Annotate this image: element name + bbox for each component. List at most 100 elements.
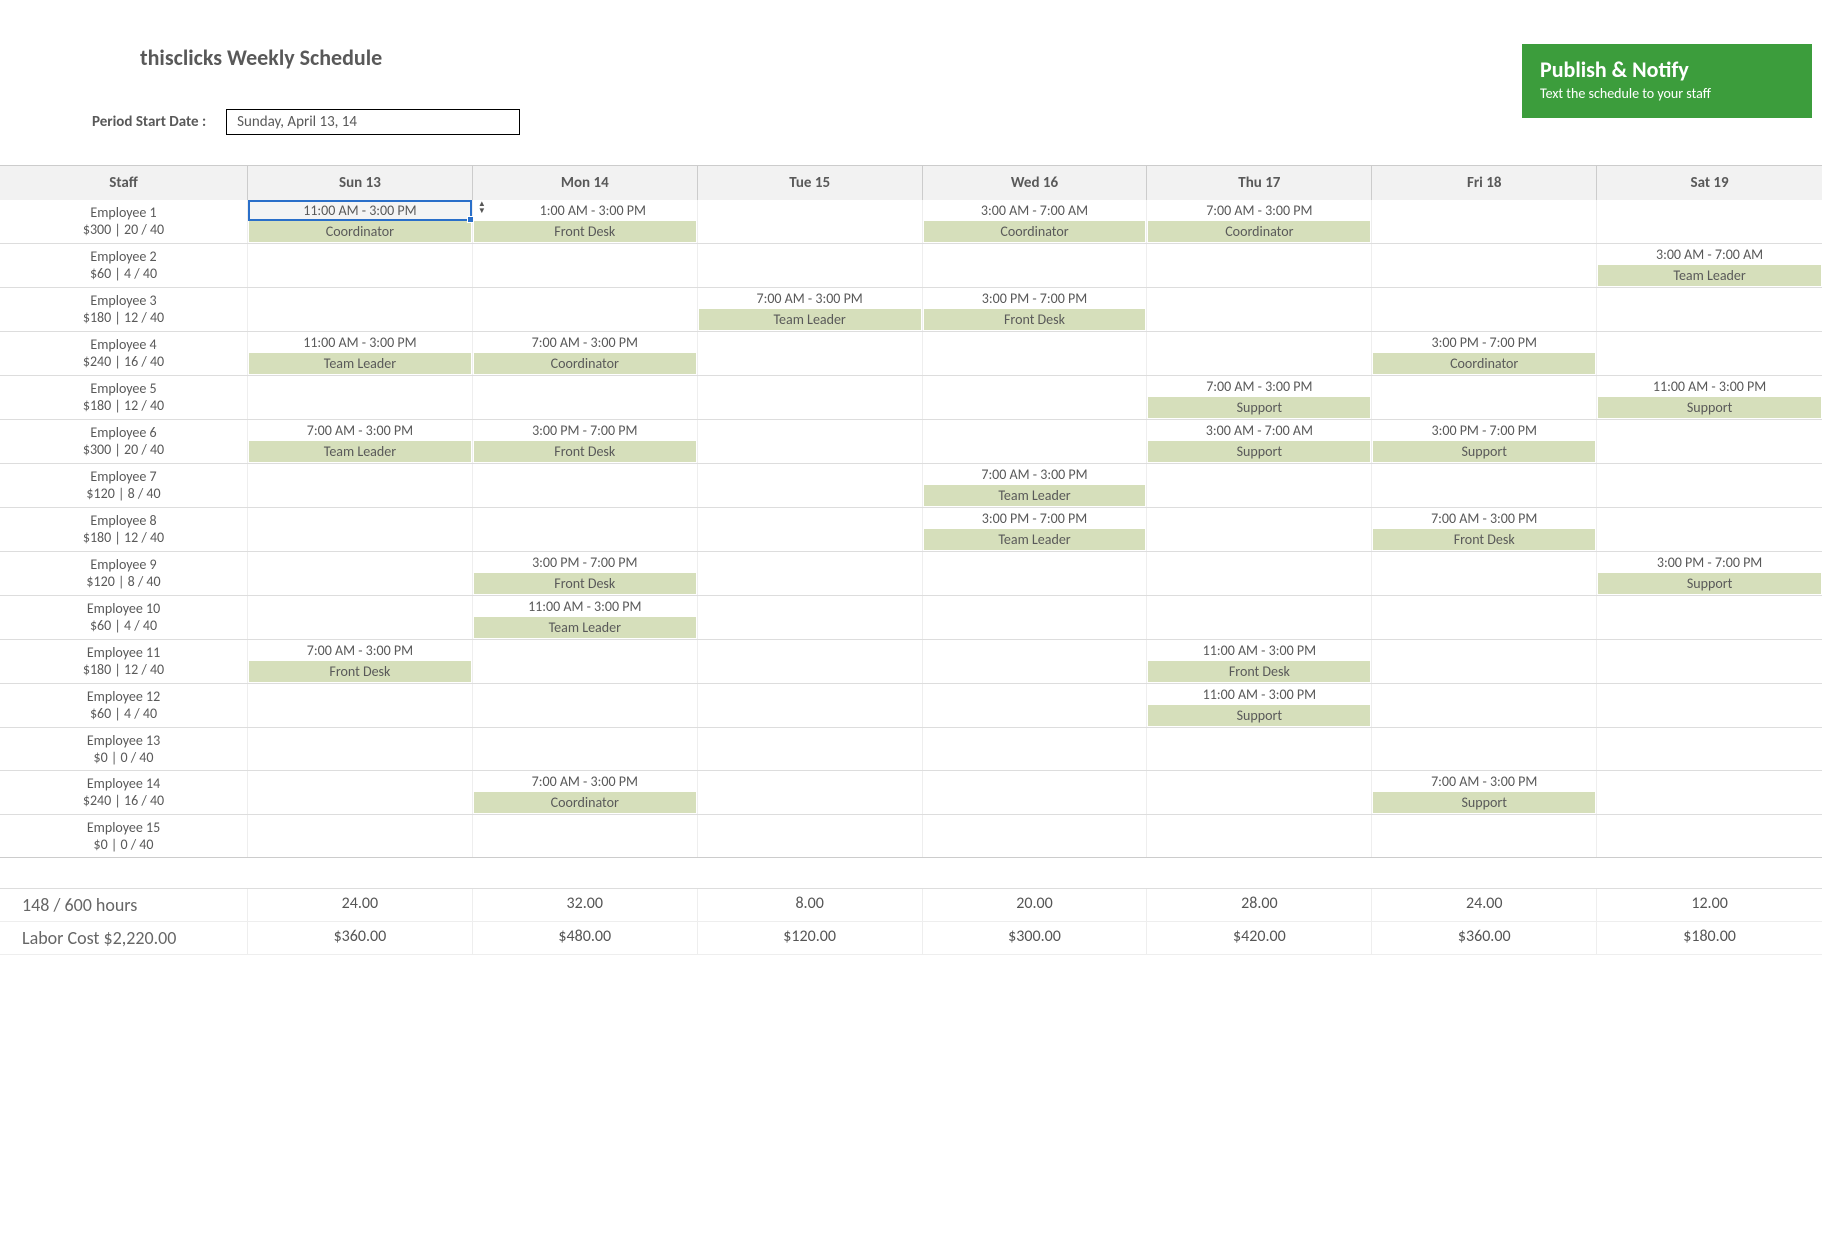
shift-cell[interactable]	[698, 200, 923, 243]
shift-cell[interactable]	[248, 596, 473, 639]
shift-cell[interactable]	[1147, 728, 1372, 770]
shift-time[interactable]: 7:00 AM - 3:00 PM	[1147, 200, 1371, 221]
shift-cell[interactable]	[1372, 728, 1597, 770]
shift-role[interactable]: Support	[1373, 441, 1595, 462]
shift-cell[interactable]	[1597, 464, 1822, 507]
shift-cell[interactable]	[1597, 728, 1822, 770]
shift-cell[interactable]	[248, 728, 473, 770]
shift-cell[interactable]	[1147, 332, 1372, 375]
shift-cell[interactable]: 3:00 PM - 7:00 PMFront Desk	[923, 288, 1148, 331]
shift-role[interactable]: Team Leader	[249, 353, 471, 374]
shift-cell[interactable]	[1372, 552, 1597, 595]
shift-cell[interactable]	[248, 464, 473, 507]
shift-time[interactable]: 3:00 PM - 7:00 PM	[1372, 420, 1596, 441]
shift-cell[interactable]	[248, 244, 473, 287]
shift-cell[interactable]	[1147, 815, 1372, 857]
shift-cell[interactable]	[1597, 332, 1822, 375]
shift-cell[interactable]	[1372, 640, 1597, 683]
shift-cell[interactable]	[1372, 244, 1597, 287]
shift-cell[interactable]	[1147, 596, 1372, 639]
shift-role[interactable]: Team Leader	[924, 485, 1146, 506]
shift-role[interactable]: Coordinator	[474, 353, 696, 374]
shift-time[interactable]: 11:00 AM - 3:00 PM	[248, 200, 472, 221]
shift-cell[interactable]	[1372, 200, 1597, 243]
shift-cell[interactable]: 11:00 AM - 3:00 PMFront Desk	[1147, 640, 1372, 683]
shift-cell[interactable]	[923, 728, 1148, 770]
shift-cell[interactable]	[473, 288, 698, 331]
shift-time[interactable]: 11:00 AM - 3:00 PM	[248, 332, 472, 353]
shift-time[interactable]: 11:00 AM - 3:00 PM	[473, 596, 697, 617]
shift-cell[interactable]: 7:00 AM - 3:00 PMFront Desk	[1372, 508, 1597, 551]
shift-role[interactable]: Front Desk	[1148, 661, 1370, 682]
shift-cell[interactable]	[698, 420, 923, 463]
shift-cell[interactable]: 7:00 AM - 3:00 PMCoordinator	[1147, 200, 1372, 243]
shift-cell[interactable]: 3:00 AM - 7:00 AMSupport	[1147, 420, 1372, 463]
shift-cell[interactable]	[248, 552, 473, 595]
shift-cell[interactable]	[1597, 640, 1822, 683]
shift-cell[interactable]	[923, 684, 1148, 727]
shift-cell[interactable]: 3:00 PM - 7:00 PMSupport	[1372, 420, 1597, 463]
shift-cell[interactable]: 7:00 AM - 3:00 PMTeam Leader	[698, 288, 923, 331]
shift-role[interactable]: Front Desk	[474, 221, 696, 242]
shift-cell[interactable]: 11:00 AM - 3:00 PMSupport	[1597, 376, 1822, 419]
shift-cell[interactable]	[698, 244, 923, 287]
shift-time[interactable]: 7:00 AM - 3:00 PM	[1372, 508, 1596, 529]
shift-cell[interactable]	[473, 684, 698, 727]
shift-role[interactable]: Front Desk	[249, 661, 471, 682]
shift-time[interactable]: 11:00 AM - 3:00 PM	[1597, 376, 1822, 397]
stepper-icon[interactable]: ▲▼	[476, 201, 488, 216]
shift-time[interactable]: 3:00 PM - 7:00 PM	[473, 552, 697, 573]
shift-cell[interactable]: 7:00 AM - 3:00 PMFront Desk	[248, 640, 473, 683]
shift-role[interactable]: Team Leader	[474, 617, 696, 638]
shift-time[interactable]: 7:00 AM - 3:00 PM	[248, 420, 472, 441]
shift-role[interactable]: Coordinator	[1148, 221, 1370, 242]
shift-cell[interactable]: 7:00 AM - 3:00 PMSupport	[1372, 771, 1597, 814]
shift-cell[interactable]	[473, 728, 698, 770]
shift-time[interactable]: 11:00 AM - 3:00 PM	[1147, 684, 1371, 705]
shift-time[interactable]: 3:00 PM - 7:00 PM	[923, 508, 1147, 529]
shift-time[interactable]: 3:00 AM - 7:00 AM	[923, 200, 1147, 221]
shift-cell[interactable]	[923, 244, 1148, 287]
shift-cell[interactable]	[1597, 815, 1822, 857]
shift-cell[interactable]: 7:00 AM - 3:00 PMSupport	[1147, 376, 1372, 419]
shift-cell[interactable]	[1372, 684, 1597, 727]
shift-cell[interactable]	[923, 420, 1148, 463]
shift-time[interactable]: 7:00 AM - 3:00 PM	[1372, 771, 1596, 792]
shift-cell[interactable]	[698, 376, 923, 419]
shift-cell[interactable]: 11:00 AM - 3:00 PMTeam Leader	[473, 596, 698, 639]
shift-cell[interactable]	[248, 376, 473, 419]
shift-role[interactable]: Front Desk	[924, 309, 1146, 330]
shift-time[interactable]: 3:00 PM - 7:00 PM	[923, 288, 1147, 309]
shift-time[interactable]: 3:00 PM - 7:00 PM	[1597, 552, 1822, 573]
shift-role[interactable]: Front Desk	[474, 441, 696, 462]
shift-cell[interactable]	[473, 815, 698, 857]
shift-cell[interactable]: 3:00 PM - 7:00 PMFront Desk	[473, 420, 698, 463]
shift-cell[interactable]	[923, 376, 1148, 419]
shift-cell[interactable]	[923, 640, 1148, 683]
shift-cell[interactable]	[473, 640, 698, 683]
shift-cell[interactable]	[1147, 771, 1372, 814]
shift-time[interactable]: 7:00 AM - 3:00 PM	[473, 771, 697, 792]
shift-cell[interactable]: 3:00 PM - 7:00 PMSupport	[1597, 552, 1822, 595]
shift-time[interactable]: 3:00 AM - 7:00 AM	[1147, 420, 1371, 441]
shift-cell[interactable]	[473, 376, 698, 419]
shift-role[interactable]: Support	[1148, 441, 1370, 462]
shift-cell[interactable]: 3:00 PM - 7:00 PMTeam Leader	[923, 508, 1148, 551]
shift-time[interactable]: 11:00 AM - 3:00 PM	[1147, 640, 1371, 661]
shift-cell[interactable]	[1147, 244, 1372, 287]
shift-cell[interactable]	[923, 815, 1148, 857]
shift-cell[interactable]	[1372, 464, 1597, 507]
shift-role[interactable]: Support	[1148, 397, 1370, 418]
shift-cell[interactable]	[698, 640, 923, 683]
shift-cell[interactable]: 7:00 AM - 3:00 PMCoordinator	[473, 332, 698, 375]
shift-cell[interactable]: 1:00 AM - 3:00 PM▲▼Front Desk	[473, 200, 698, 243]
shift-cell[interactable]	[1372, 596, 1597, 639]
shift-time[interactable]: 3:00 PM - 7:00 PM	[1372, 332, 1596, 353]
shift-cell[interactable]	[923, 332, 1148, 375]
shift-cell[interactable]	[1597, 771, 1822, 814]
shift-time[interactable]: 7:00 AM - 3:00 PM	[1147, 376, 1371, 397]
shift-cell[interactable]	[473, 508, 698, 551]
shift-cell[interactable]	[923, 596, 1148, 639]
shift-cell[interactable]	[1147, 288, 1372, 331]
shift-role[interactable]: Team Leader	[1598, 265, 1821, 286]
